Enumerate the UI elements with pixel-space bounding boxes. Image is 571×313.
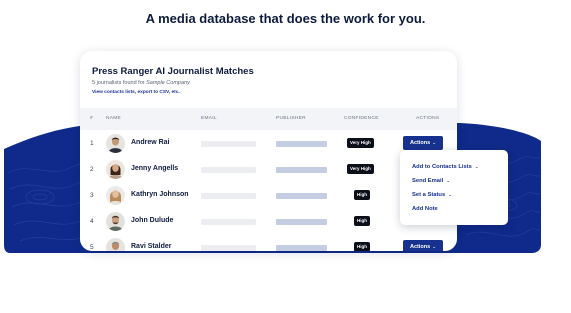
- confidence-badge: Very High: [347, 164, 374, 174]
- avatar: [106, 212, 125, 231]
- menu-item-add-to-contacts-lists[interactable]: Add to Contacts Lists ⌄: [412, 164, 479, 170]
- card-subtitle: 5 journalists found for Sample Company: [92, 80, 190, 86]
- row-number: 5: [90, 244, 94, 251]
- confidence-badge: High: [354, 242, 370, 251]
- actions-button[interactable]: Actions ⌄: [403, 136, 443, 150]
- journalist-name[interactable]: Jenny Angells: [131, 165, 178, 172]
- email-placeholder: [201, 193, 256, 199]
- email-placeholder: [201, 245, 256, 251]
- header-confidence: CONFIDENCE: [344, 116, 379, 121]
- email-placeholder: [201, 167, 256, 173]
- actions-label: Actions: [410, 244, 431, 250]
- page-headline: A media database that does the work for …: [145, 11, 426, 26]
- header-name: NAME: [106, 116, 122, 121]
- menu-item-label: Set a Status: [412, 192, 446, 198]
- actions-button[interactable]: Actions ⌄: [403, 240, 443, 251]
- publisher-placeholder: [276, 167, 327, 173]
- menu-item-label: Add to Contacts Lists: [412, 164, 472, 170]
- chevron-down-icon: ⌄: [446, 178, 451, 183]
- confidence-badge: Very High: [347, 138, 374, 148]
- avatar: [106, 238, 125, 251]
- header-actions: ACTIONS: [416, 116, 440, 121]
- publisher-placeholder: [276, 219, 327, 225]
- row-number: 4: [90, 218, 94, 225]
- menu-item-add-note[interactable]: Add Note: [412, 206, 438, 212]
- journalist-name[interactable]: Andrew Rai: [131, 139, 170, 146]
- confidence-badge: High: [354, 216, 370, 226]
- avatar: [106, 160, 125, 179]
- publisher-placeholder: [276, 245, 327, 251]
- chevron-down-icon: ⌄: [432, 140, 436, 145]
- confidence-badge: High: [354, 190, 370, 200]
- avatar: [106, 134, 125, 153]
- menu-item-label: Send Email: [412, 178, 444, 184]
- chevron-down-icon: ⌄: [474, 164, 479, 169]
- chevron-down-icon: ⌄: [448, 192, 452, 197]
- actions-dropdown-menu: Add to Contacts Lists ⌄ Send Email ⌄ Set a…: [400, 150, 508, 225]
- email-placeholder: [201, 219, 256, 225]
- header-num: #: [90, 116, 93, 121]
- header-publisher: PUBLISHER: [276, 116, 306, 121]
- table-header: # NAME EMAIL PUBLISHER CONFIDENCE ACTION…: [80, 108, 457, 130]
- menu-item-label: Add Note: [412, 206, 438, 212]
- row-number: 2: [90, 166, 94, 173]
- contacts-link[interactable]: View contacts lists, export to CSV, etc.: [92, 90, 180, 95]
- journalist-name[interactable]: John Dulude: [131, 217, 173, 224]
- email-placeholder: [201, 141, 256, 147]
- row-number: 1: [90, 140, 94, 147]
- publisher-placeholder: [276, 141, 327, 147]
- menu-item-send-email[interactable]: Send Email ⌄: [412, 178, 450, 184]
- actions-label: Actions: [410, 140, 431, 146]
- header-email: EMAIL: [201, 116, 217, 121]
- avatar: [106, 186, 125, 205]
- card-title: Press Ranger AI Journalist Matches: [92, 66, 254, 77]
- journalist-name[interactable]: Ravi Stalder: [131, 243, 171, 250]
- chevron-down-icon: ⌄: [432, 244, 436, 249]
- table-row: 5 Ravi Stalder High Actions ⌄: [80, 235, 457, 251]
- subtitle-company: Sample Company: [146, 80, 190, 86]
- publisher-placeholder: [276, 193, 327, 199]
- row-number: 3: [90, 192, 94, 199]
- journalist-name[interactable]: Kathryn Johnson: [131, 191, 189, 198]
- menu-item-set-a-status[interactable]: Set a Status ⌄: [412, 192, 452, 198]
- subtitle-prefix: 5 journalists found for: [92, 80, 147, 86]
